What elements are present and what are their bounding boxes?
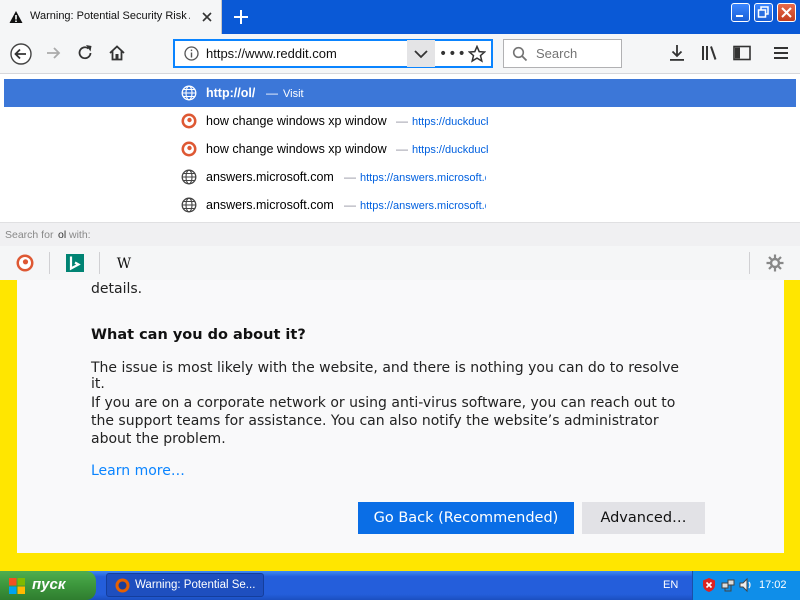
reload-icon [78,45,92,60]
learn-more-link[interactable]: Learn more… [91,463,185,479]
bing-icon[interactable] [65,253,85,273]
duckduckgo-icon [181,113,197,129]
back-button[interactable] [5,38,35,68]
maximize-button[interactable] [754,3,773,22]
suggestion-row[interactable]: answers.microsoft.com — https://answers.… [4,163,796,191]
tab-title: Warning: Potential Security Risk Ahead [30,10,190,22]
suggestion-title: how change windows xp window [206,142,387,156]
sidebar-icon [733,45,751,61]
reload-button[interactable] [70,38,100,68]
suggestion-row[interactable]: http://ol/ — Visit [4,79,796,107]
suggestion-separator: — [396,114,408,128]
security-shield-icon[interactable] [701,577,717,593]
search-for-term: ol [58,229,67,241]
suggestion-row[interactable]: how change windows xp window — https://d… [4,135,796,163]
suggestion-separator: — [344,198,356,212]
taskbar: пуск Warning: Potential Se... EN 17:02 [0,571,800,600]
url-dropdown-button[interactable] [407,40,435,67]
divider [99,252,100,274]
globe-icon [181,85,197,101]
search-for-prefix: Search for [5,229,54,241]
network-icon[interactable] [720,577,736,593]
url-autocomplete-popup: http://ol/ — Visit how change windows xp… [0,74,800,280]
divider [49,252,50,274]
start-button[interactable]: пуск [0,571,96,600]
search-input[interactable]: Search [503,39,622,68]
back-arrow-icon [10,43,32,65]
taskbar-item-firefox[interactable]: Warning: Potential Se... [106,573,264,597]
close-tab-icon[interactable] [199,9,215,25]
suggestion-action: Visit [283,88,304,100]
gear-icon[interactable] [765,253,785,273]
suggestion-separator: — [396,142,408,156]
page-actions-icon[interactable]: ••• [439,46,467,62]
suggestion-url: https://duckduckgo.com [412,144,488,156]
search-icon [512,46,528,62]
volume-icon[interactable] [738,577,754,593]
download-icon [670,45,684,61]
paragraph-corporate: If you are on a corporate network or usi… [91,395,676,447]
bookmark-star-icon[interactable] [468,45,486,63]
hamburger-menu-icon [774,47,788,59]
windows-logo-icon [9,578,25,594]
system-tray: 17:02 [692,571,800,600]
library-icon [702,46,717,60]
wikipedia-icon[interactable]: W [114,253,134,273]
search-for-with-label: Search for ol with: [0,222,800,246]
menu-button[interactable] [766,38,796,68]
chevron-down-icon [414,50,428,59]
advanced-button[interactable]: Advanced… [582,502,705,534]
suggestion-url: https://answers.microsoft.com [360,172,486,184]
start-label: пуск [32,576,66,593]
navigation-toolbar: https://www.reddit.com ••• Search [0,34,800,74]
paragraph-issue: The issue is most likely with the websit… [91,360,680,392]
tab-active[interactable]: Warning: Potential Security Risk Ahead [0,0,222,34]
info-icon[interactable] [184,46,199,61]
suggestion-title: answers.microsoft.com [206,198,334,212]
suggestion-row[interactable]: how change windows xp window — https://d… [4,107,796,135]
suggestion-url: https://duckduckgo.com [412,116,488,128]
taskbar-item-label: Warning: Potential Se... [135,579,256,591]
tab-bar: Warning: Potential Security Risk Ahead [0,0,800,34]
library-button[interactable] [695,38,725,68]
page-heading: What can you do about it? [91,327,306,343]
duckduckgo-icon[interactable] [15,253,35,273]
home-button[interactable] [102,38,132,68]
suggestion-title: how change windows xp window [206,114,387,128]
search-placeholder: Search [536,46,578,61]
close-window-button[interactable] [777,3,796,22]
details-text: details. [91,281,143,297]
suggestion-url: https://answers.microsoft.com [360,200,486,212]
forward-button[interactable] [38,38,68,68]
search-for-suffix: with: [69,229,91,241]
warning-icon [9,11,23,23]
divider [749,252,750,274]
svg-text:W: W [117,256,132,272]
error-page-content: details. What can you do about it? The i… [17,280,784,553]
go-back-button[interactable]: Go Back (Recommended) [358,502,574,534]
url-text[interactable]: https://www.reddit.com [206,46,337,61]
clock: 17:02 [759,579,787,591]
suggestion-separator: — [266,86,278,100]
globe-icon [181,169,197,185]
language-indicator[interactable]: EN [663,579,678,591]
firefox-icon [115,578,130,593]
minimize-button[interactable] [731,3,750,22]
suggestion-title: http://ol/ [206,86,256,100]
suggestion-row[interactable]: answers.microsoft.com — https://answers.… [4,191,796,219]
forward-arrow-icon [47,47,61,59]
home-icon [109,45,125,61]
sidebar-button[interactable] [727,38,757,68]
new-tab-icon[interactable] [230,6,252,28]
suggestion-title: answers.microsoft.com [206,170,334,184]
suggestion-separator: — [344,170,356,184]
downloads-button[interactable] [662,38,692,68]
one-off-search-engines: W [0,246,800,280]
duckduckgo-icon [181,141,197,157]
globe-icon [181,197,197,213]
address-bar[interactable]: https://www.reddit.com ••• [173,39,493,68]
